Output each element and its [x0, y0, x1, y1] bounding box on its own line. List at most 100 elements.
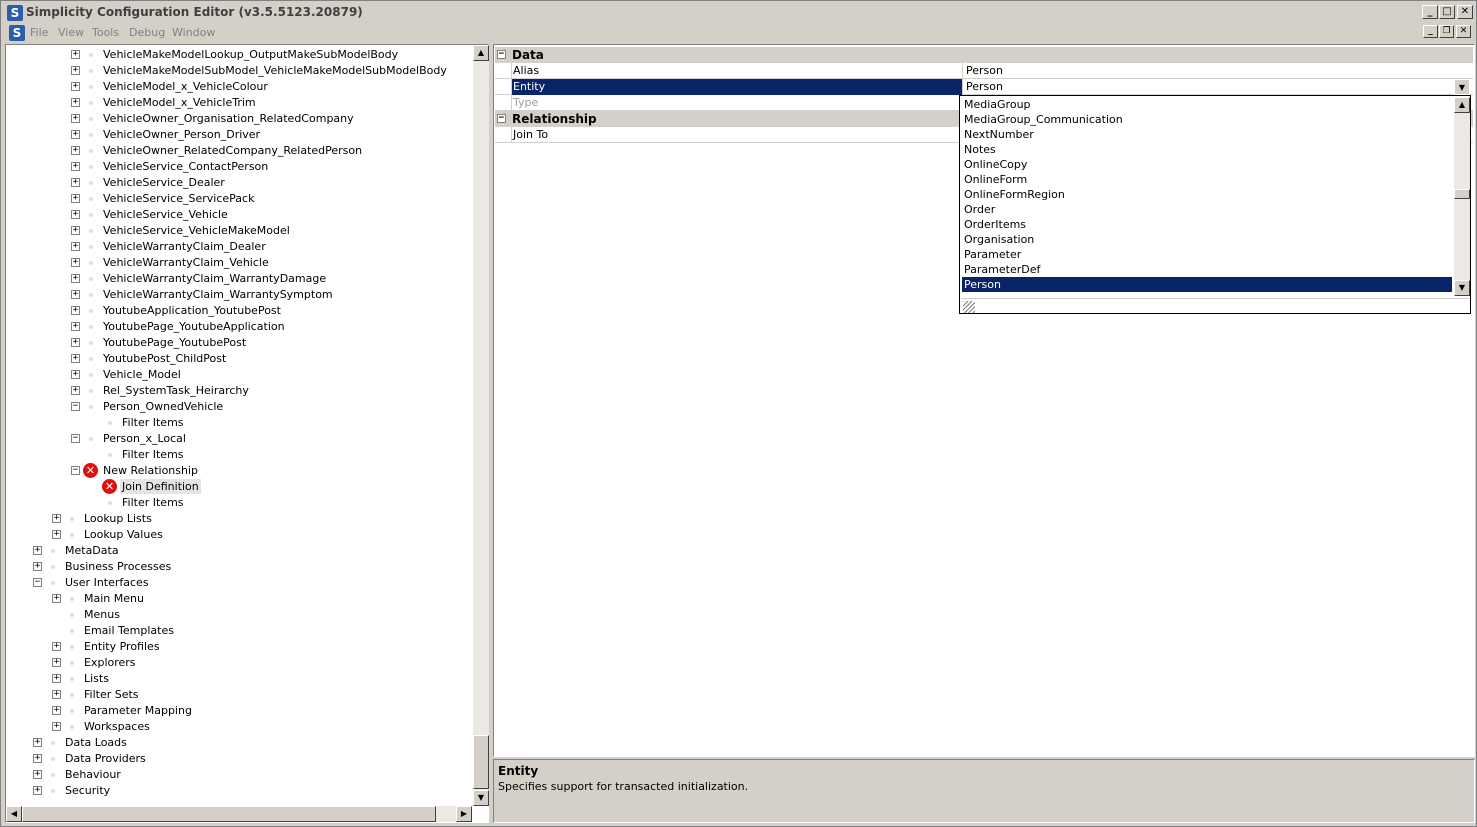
scroll-down-icon[interactable]: ▼	[473, 790, 489, 806]
tree-node[interactable]: − ✕ New Relationship	[6, 463, 472, 479]
tree-node-label[interactable]: Lookup Lists	[84, 511, 152, 526]
tree-node-label[interactable]: User Interfaces	[65, 575, 149, 590]
tree-node[interactable]: + VehicleWarrantyClaim_WarrantyDamage	[6, 271, 472, 287]
tree-node[interactable]: + VehicleService_VehicleMakeModel	[6, 223, 472, 239]
tree-node-label[interactable]: VehicleModel_x_VehicleColour	[103, 79, 268, 94]
entity-dropdown-list[interactable]: MediaGroup MediaGroup_Communication NextNu…	[959, 95, 1471, 314]
child-close-icon[interactable]: ✕	[1456, 25, 1471, 38]
tree-node[interactable]: + VehicleService_ContactPerson	[6, 159, 472, 175]
tree-node[interactable]: + Explorers	[6, 655, 472, 671]
tree-node-label[interactable]: Filter Sets	[84, 687, 139, 702]
expand-icon[interactable]: +	[71, 130, 80, 139]
tree-node[interactable]: + Lists	[6, 671, 472, 687]
expand-icon[interactable]: +	[52, 690, 61, 699]
property-row-entity[interactable]: Entity Person	[495, 79, 1473, 95]
tree-node-label[interactable]: YoutubePage_YoutubeApplication	[103, 319, 285, 334]
tree-node-label[interactable]: Data Loads	[65, 735, 127, 750]
expand-icon[interactable]: +	[71, 306, 80, 315]
tree-vertical-scrollbar[interactable]: ▲ ▼	[473, 45, 489, 806]
expand-icon[interactable]: +	[33, 738, 42, 747]
expand-icon[interactable]: +	[33, 546, 42, 555]
tree-node-label[interactable]: VehicleService_ContactPerson	[103, 159, 268, 174]
tree-node[interactable]: + VehicleModel_x_VehicleColour	[6, 79, 472, 95]
expand-icon[interactable]: +	[71, 242, 80, 251]
tree-node[interactable]: + Vehicle_Model	[6, 367, 472, 383]
expand-icon[interactable]: +	[71, 114, 80, 123]
tree-node[interactable]: − Person_OwnedVehicle	[6, 399, 472, 415]
dropdown-item[interactable]: Notes	[962, 142, 1452, 157]
tree-node[interactable]: Filter Items	[6, 495, 472, 511]
tree-node[interactable]: + Lookup Lists	[6, 511, 472, 527]
tree-node[interactable]: + VehicleService_Vehicle	[6, 207, 472, 223]
tree-node-label[interactable]: VehicleService_Dealer	[103, 175, 225, 190]
expand-icon[interactable]: +	[52, 642, 61, 651]
tree-node-label[interactable]: Security	[65, 783, 110, 798]
tree-node-label[interactable]: YoutubePost_ChildPost	[103, 351, 226, 366]
tree-node-label[interactable]: VehicleOwner_Person_Driver	[103, 127, 260, 142]
tree-node-label[interactable]: Vehicle_Model	[103, 367, 181, 382]
close-icon[interactable]: ✕	[1457, 5, 1473, 19]
tree-node-label[interactable]: Filter Items	[122, 495, 184, 510]
tree-node-label[interactable]: VehicleService_VehicleMakeModel	[103, 223, 290, 238]
tree-node[interactable]: + VehicleMakeModelLookup_OutputMakeSubMod…	[6, 47, 472, 63]
expand-icon[interactable]: +	[71, 50, 80, 59]
tree-node-label[interactable]: YoutubeApplication_YoutubePost	[103, 303, 281, 318]
tree-node[interactable]: + VehicleModel_x_VehicleTrim	[6, 95, 472, 111]
tree-node-label[interactable]: VehicleWarrantyClaim_Dealer	[103, 239, 266, 254]
menu-view[interactable]: View	[58, 26, 84, 39]
tree-node-label[interactable]: Join Definition	[120, 479, 201, 494]
tree-node[interactable]: − Person_x_Local	[6, 431, 472, 447]
tree-node[interactable]: + VehicleMakeModelSubModel_VehicleMakeMod…	[6, 63, 472, 79]
tree-node[interactable]: + Lookup Values	[6, 527, 472, 543]
tree-horizontal-scrollbar[interactable]: ◀ ▶	[6, 806, 472, 822]
tree-node[interactable]: + MetaData	[6, 543, 472, 559]
dropdown-item[interactable]: Order	[962, 202, 1452, 217]
tree-node[interactable]: + Business Processes	[6, 559, 472, 575]
menu-debug[interactable]: Debug	[129, 26, 165, 39]
dropdown-arrow-icon[interactable]: ▼	[1454, 79, 1470, 95]
dropdown-item[interactable]: OnlineFormRegion	[962, 187, 1452, 202]
tree-node-label[interactable]: Email Templates	[84, 623, 174, 638]
expand-icon[interactable]: +	[52, 658, 61, 667]
tree-node-label[interactable]: Parameter Mapping	[84, 703, 192, 718]
dropdown-item[interactable]: OnlineForm	[962, 172, 1452, 187]
menu-file[interactable]: File	[30, 26, 48, 39]
tree-node[interactable]: + Rel_SystemTask_Heirarchy	[6, 383, 472, 399]
tree-node-label[interactable]: Data Providers	[65, 751, 146, 766]
tree-node-label[interactable]: VehicleMakeModelLookup_OutputMakeSubMode…	[103, 47, 398, 62]
collapse-icon[interactable]: −	[71, 402, 80, 411]
dropdown-item[interactable]: NextNumber	[962, 127, 1452, 142]
tree-node-label[interactable]: VehicleWarrantyClaim_WarrantyDamage	[103, 271, 326, 286]
maximize-icon[interactable]: □	[1439, 5, 1455, 19]
tree-node[interactable]: + YoutubePage_YoutubePost	[6, 335, 472, 351]
tree-node-label[interactable]: Lists	[84, 671, 109, 686]
scroll-thumb[interactable]	[473, 735, 489, 789]
tree-node[interactable]: + YoutubeApplication_YoutubePost	[6, 303, 472, 319]
tree-node[interactable]: Menus	[6, 607, 472, 623]
collapse-icon[interactable]: −	[497, 50, 506, 59]
tree-node[interactable]: + Behaviour	[6, 767, 472, 783]
expand-icon[interactable]: +	[33, 754, 42, 763]
tree-node[interactable]: − User Interfaces	[6, 575, 472, 591]
dropdown-item[interactable]: ParameterDef	[962, 262, 1452, 277]
tree-node[interactable]: + YoutubePage_YoutubeApplication	[6, 319, 472, 335]
tree-node-label[interactable]: Explorers	[84, 655, 136, 670]
expand-icon[interactable]: +	[71, 290, 80, 299]
tree-node[interactable]: + Workspaces	[6, 719, 472, 735]
tree-node[interactable]: + Security	[6, 783, 472, 799]
tree-node[interactable]: + VehicleWarrantyClaim_WarrantySymptom	[6, 287, 472, 303]
expand-icon[interactable]: +	[33, 770, 42, 779]
expand-icon[interactable]: +	[52, 594, 61, 603]
expand-icon[interactable]: +	[71, 194, 80, 203]
category-data[interactable]: − Data	[495, 47, 1473, 63]
child-restore-icon[interactable]: ❐	[1439, 25, 1454, 38]
expand-icon[interactable]: +	[71, 162, 80, 171]
tree-node[interactable]: Filter Items	[6, 415, 472, 431]
tree-node-label[interactable]: Rel_SystemTask_Heirarchy	[103, 383, 249, 398]
expand-icon[interactable]: +	[52, 514, 61, 523]
tree-node-label[interactable]: VehicleMakeModelSubModel_VehicleMakeMode…	[103, 63, 447, 78]
dropdown-scrollbar[interactable]: ▲ ▼	[1454, 97, 1470, 296]
tree-node[interactable]: + Main Menu	[6, 591, 472, 607]
expand-icon[interactable]: +	[71, 210, 80, 219]
expand-icon[interactable]: +	[71, 66, 80, 75]
